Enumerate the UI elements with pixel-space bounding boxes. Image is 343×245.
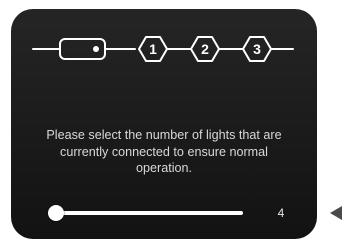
step-1-label: 1 [149,41,157,57]
instruction-text: Please select the number of lights that … [46,128,282,175]
step-3-label: 3 [253,41,261,57]
light-count-value: 4 [277,206,285,220]
pointer-arrow-icon [330,206,342,220]
device-indicator-dot [93,46,99,52]
light-count-dialog: 1 2 3 Please select the number of lights… [11,9,317,239]
light-count-slider-track[interactable] [51,211,243,215]
setup-stepper: 1 2 3 [11,9,317,89]
light-count-slider-thumb[interactable] [48,205,64,221]
step-2-label: 2 [201,41,209,57]
